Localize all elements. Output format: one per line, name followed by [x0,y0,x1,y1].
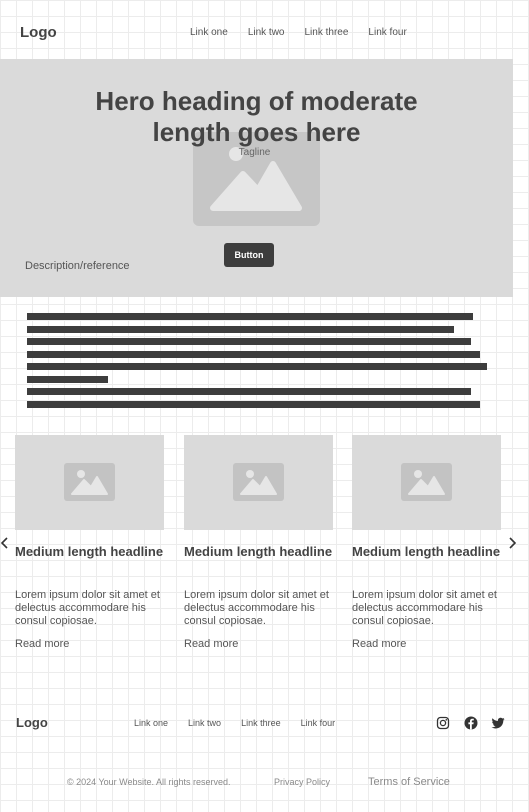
instagram-icon[interactable] [436,716,450,730]
text-placeholder-line [27,376,108,383]
card-read-more-link[interactable]: Read more [184,638,238,650]
header-logo[interactable]: Logo [20,24,57,41]
hero-heading: Hero heading of moderate length goes her… [95,86,418,147]
copyright-text: © 2024 Your Website. All rights reserved… [67,777,231,787]
footer-link-one[interactable]: Link one [134,718,168,728]
footer-logo[interactable]: Logo [16,715,48,730]
nav-link-two[interactable]: Link two [248,27,285,38]
card-read-more-link[interactable]: Read more [15,638,69,650]
card-image-placeholder [184,435,333,530]
text-placeholder-line [27,388,471,395]
footer-nav: Link one Link two Link three Link four [134,718,335,728]
privacy-policy-link[interactable]: Privacy Policy [274,777,330,787]
card-image-placeholder [15,435,164,530]
chevron-left-icon[interactable] [0,536,10,554]
nav-link-one[interactable]: Link one [190,27,228,38]
image-icon [401,463,452,501]
card-read-more-link[interactable]: Read more [352,638,406,650]
footer-link-two[interactable]: Link two [188,718,221,728]
text-placeholder-line [27,326,454,333]
nav-link-four[interactable]: Link four [368,27,406,38]
chevron-right-icon[interactable] [507,536,517,554]
text-placeholder-line [27,351,480,358]
nav-link-three[interactable]: Link three [305,27,349,38]
hero-button[interactable]: Button [224,243,274,267]
twitter-icon[interactable] [491,716,505,730]
facebook-icon[interactable] [464,716,478,730]
header-nav: Link one Link two Link three Link four [190,27,407,38]
hero-description: Description/reference [25,260,130,272]
card-headline: Medium length headline [184,544,333,559]
card-headline: Medium length headline [15,544,164,559]
text-placeholder-line [27,313,473,320]
card-body: Lorem ipsum dolor sit amet et delectus a… [352,589,497,627]
text-placeholder-line [27,363,487,370]
image-icon [64,463,115,501]
text-placeholder-line [27,338,471,345]
footer-link-three[interactable]: Link three [241,718,281,728]
footer-link-four[interactable]: Link four [301,718,336,728]
terms-of-service-link[interactable]: Terms of Service [368,776,450,788]
card-headline: Medium length headline [352,544,501,559]
card-image-placeholder [352,435,501,530]
image-icon [233,463,284,501]
text-placeholder-line [27,401,480,408]
hero-tagline: Tagline [238,147,271,158]
card-body: Lorem ipsum dolor sit amet et delectus a… [184,589,329,627]
card-body: Lorem ipsum dolor sit amet et delectus a… [15,589,160,627]
